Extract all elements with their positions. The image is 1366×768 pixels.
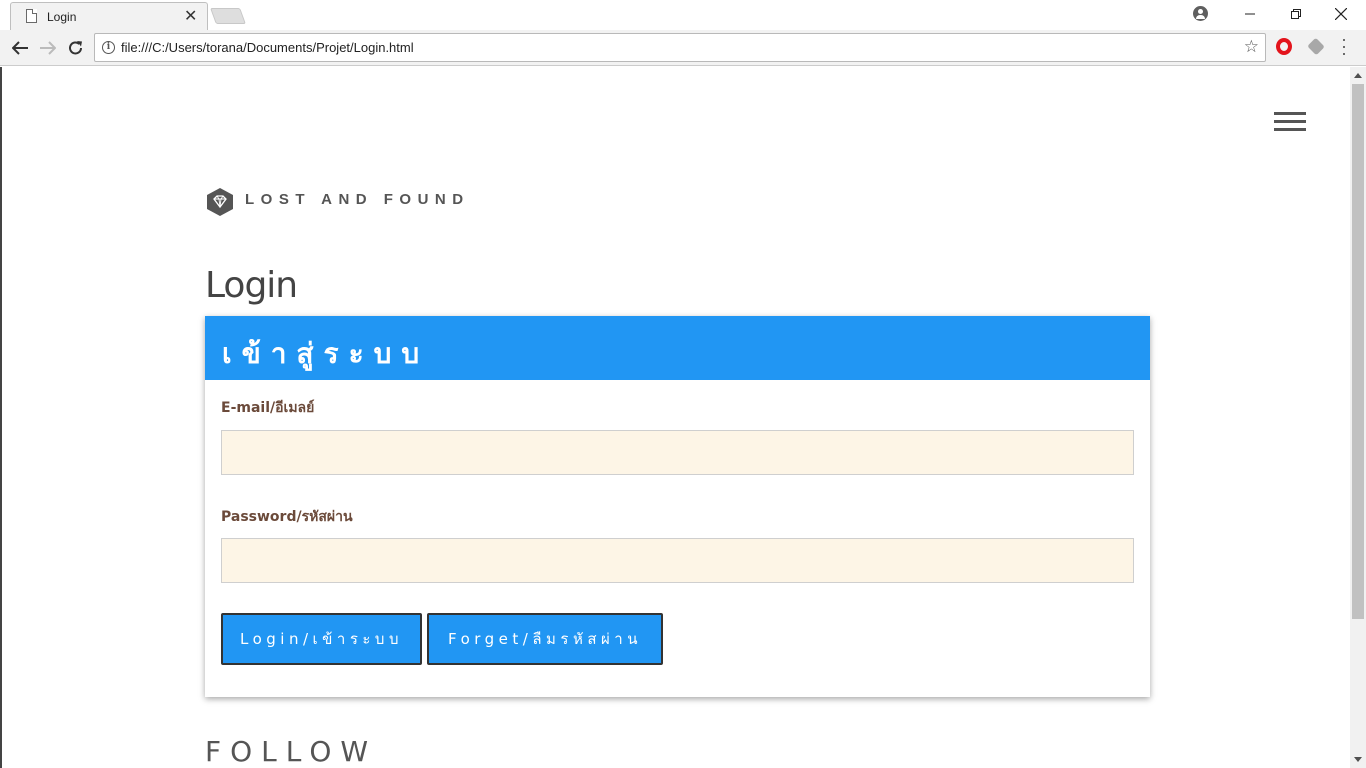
email-field[interactable]	[221, 430, 1134, 475]
star-icon[interactable]: ☆	[1244, 37, 1259, 57]
browser-tab[interactable]: Login ✕	[10, 2, 208, 30]
new-tab-button[interactable]	[210, 8, 246, 24]
minimize-button[interactable]	[1227, 0, 1273, 28]
vertical-scrollbar[interactable]	[1350, 67, 1366, 768]
email-label: E-mail/อีเมลย์	[221, 400, 315, 416]
forward-icon	[40, 41, 56, 55]
reload-icon	[69, 41, 82, 55]
title-bar: Login ✕	[0, 0, 1366, 30]
password-label: Password/รหัสผ่าน	[221, 509, 353, 525]
scroll-down-arrow-icon[interactable]	[1354, 757, 1362, 762]
follow-heading: FOLLOW	[205, 735, 378, 768]
scroll-thumb[interactable]	[1352, 84, 1364, 619]
close-window-icon	[1335, 8, 1347, 20]
back-icon	[12, 41, 28, 55]
browser-toolbar: i file:///C:/Users/torana/Documents/Proj…	[0, 30, 1366, 66]
reload-button[interactable]	[64, 36, 88, 60]
card-header-title: เข้าสู่ระบบ	[222, 337, 430, 370]
back-button[interactable]	[8, 36, 32, 60]
restore-button[interactable]	[1273, 0, 1319, 28]
password-field[interactable]	[221, 538, 1134, 583]
profile-icon[interactable]	[1193, 6, 1208, 21]
brand-name[interactable]: LOST AND FOUND	[245, 191, 470, 208]
page-viewport: LOST AND FOUND Login เข้าสู่ระบบ E-mail/…	[0, 67, 1350, 768]
hamburger-menu-icon[interactable]	[1274, 112, 1306, 132]
opera-icon[interactable]	[1276, 38, 1292, 55]
close-window-button[interactable]	[1318, 0, 1364, 28]
minimize-icon	[1245, 13, 1255, 15]
diamond-logo-icon	[207, 188, 233, 216]
scroll-up-arrow-icon[interactable]	[1354, 73, 1362, 78]
menu-icon[interactable]: · · ·	[1341, 30, 1347, 62]
info-icon[interactable]: i	[102, 41, 115, 54]
url-text[interactable]: file:///C:/Users/torana/Documents/Projet…	[121, 40, 414, 55]
forget-password-button[interactable]: Forget/ลืมรหัสผ่าน	[427, 613, 663, 665]
forward-button[interactable]	[36, 36, 60, 60]
page-title: Login	[205, 265, 298, 306]
address-bar[interactable]: i file:///C:/Users/torana/Documents/Proj…	[94, 33, 1266, 62]
login-card: เข้าสู่ระบบ E-mail/อีเมลย์ Password/รหัส…	[205, 316, 1150, 697]
restore-icon	[1291, 9, 1301, 19]
document-icon	[26, 9, 37, 23]
login-button[interactable]: Login/เข้าระบบ	[221, 613, 422, 665]
tab-title: Login	[47, 10, 77, 24]
card-header: เข้าสู่ระบบ	[205, 316, 1150, 380]
close-tab-icon[interactable]: ✕	[184, 6, 197, 26]
